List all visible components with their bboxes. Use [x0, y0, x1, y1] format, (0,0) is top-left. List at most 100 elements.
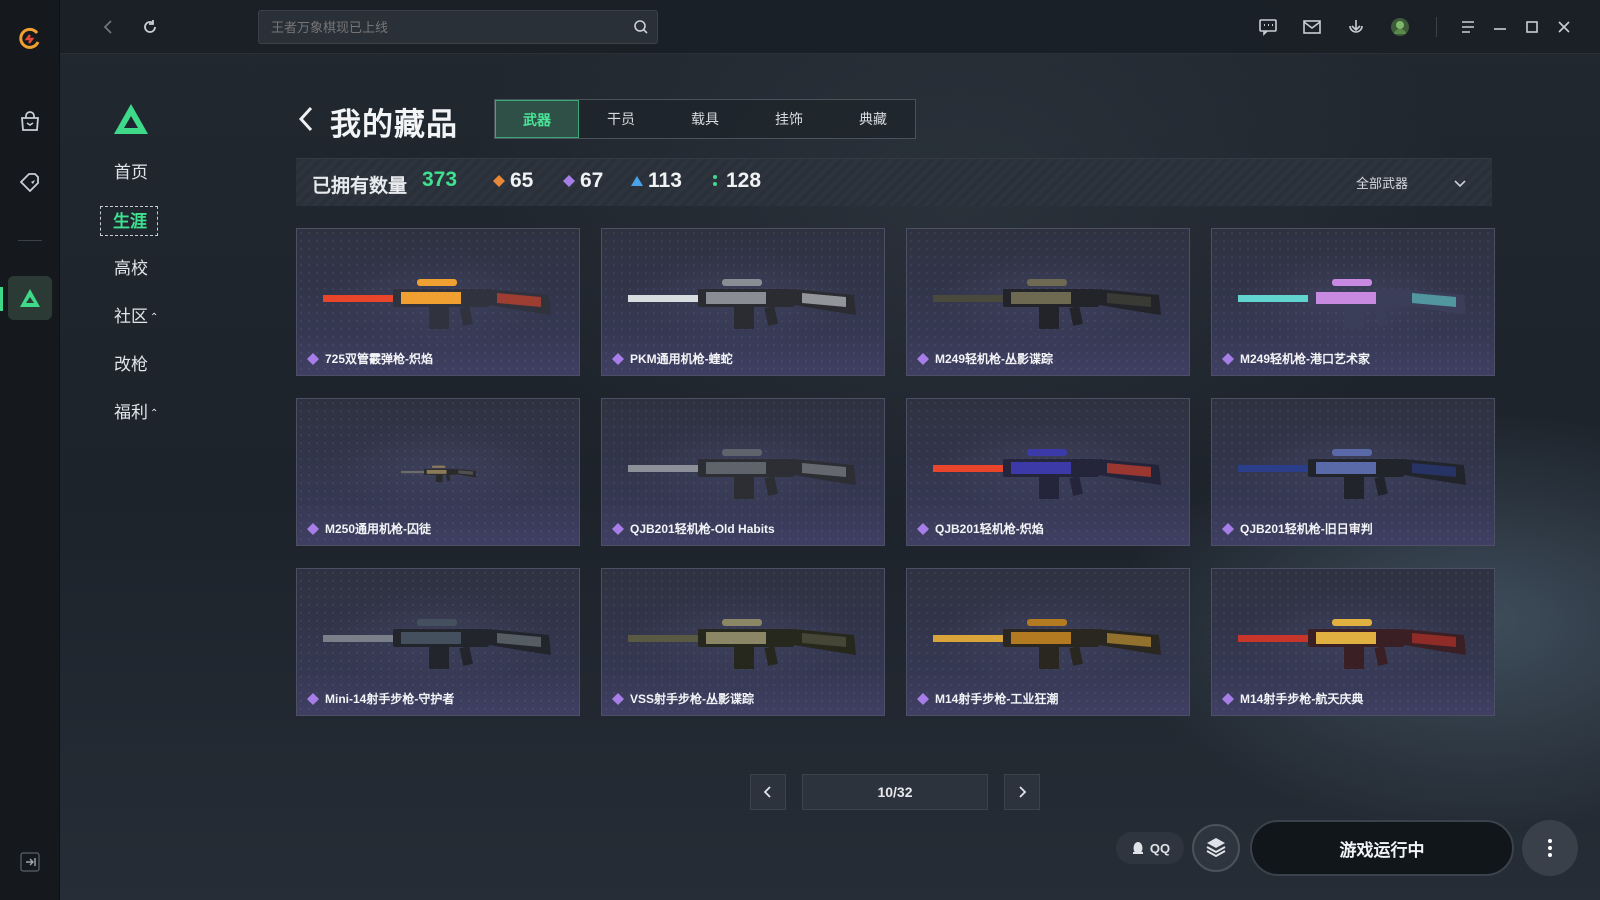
weapon-name-row: QJB201轻机枪-炽焰 [917, 520, 1044, 537]
app-logo-icon[interactable] [8, 16, 52, 60]
page-title: 我的藏品 [330, 107, 458, 142]
purple-diamond-icon [612, 352, 624, 365]
weapon-card[interactable]: M249轻机枪-丛影谍踪 [906, 228, 1190, 376]
weapon-name: QJB201轻机枪-Old Habits [630, 522, 775, 536]
weapon-name: Mini-14射手步枪-守护者 [325, 692, 455, 706]
collection-stats-bar: 已拥有数量 373 65 67 113 128 全部武器 [296, 158, 1492, 206]
user-avatar[interactable] [1386, 13, 1414, 41]
weapon-card[interactable]: M250通用机枪-囚徒 [296, 398, 580, 546]
purple-diamond-icon [563, 175, 575, 187]
nav-item-2[interactable]: 高校 [100, 254, 148, 284]
weapon-card[interactable]: VSS射手步枪-丛影谍踪 [601, 568, 885, 716]
weapon-name: 725双管霰弹枪-炽焰 [325, 352, 434, 366]
nav-item-5[interactable]: 福利 ⌃ [100, 398, 158, 428]
tag-icon[interactable] [8, 160, 52, 204]
weapon-image [628, 279, 856, 329]
orange-diamond-icon [493, 175, 505, 187]
minimize-icon[interactable] [1486, 13, 1514, 41]
weapon-name-row: PKM通用机枪-蝰蛇 [612, 350, 733, 367]
weapon-name: M249轻机枪-港口艺术家 [1240, 352, 1371, 366]
search-box [258, 10, 658, 44]
rarity-count-3: 128 [708, 169, 761, 193]
weapon-image [323, 279, 551, 329]
store-bag-icon[interactable] [8, 100, 52, 144]
weapon-name: QJB201轻机枪-炽焰 [935, 522, 1044, 536]
weapon-name: M14射手步枪-工业狂潮 [935, 692, 1059, 706]
nav-item-label: 首页 [114, 163, 148, 182]
weapon-filter-label: 全部武器 [1355, 176, 1408, 191]
blue-triangle-icon [631, 176, 643, 186]
weapon-card[interactable]: 725双管霰弹枪-炽焰 [296, 228, 580, 376]
menu-icon[interactable] [1454, 13, 1482, 41]
weapon-card[interactable]: PKM通用机枪-蝰蛇 [601, 228, 885, 376]
weapon-card[interactable]: Mini-14射手步枪-守护者 [296, 568, 580, 716]
weapon-card[interactable]: M14射手步枪-工业狂潮 [906, 568, 1190, 716]
weapon-name: PKM通用机枪-蝰蛇 [630, 352, 733, 366]
purple-diamond-icon [307, 352, 319, 365]
purple-diamond-icon [1222, 692, 1234, 705]
weapon-name: M14射手步枪-航天庆典 [1240, 692, 1364, 706]
rarity-count-2: 113 [630, 169, 682, 193]
mail-icon[interactable] [1298, 13, 1326, 41]
weapon-card[interactable]: QJB201轻机枪-旧日审判 [1211, 398, 1495, 546]
weapon-image [1238, 619, 1466, 669]
nav-item-1[interactable]: 生涯 [100, 206, 158, 236]
weapon-image [933, 279, 1161, 329]
app-rail [0, 0, 60, 900]
qq-account-button[interactable]: QQ [1116, 832, 1184, 864]
weapon-name-row: M14射手步枪-工业狂潮 [917, 690, 1058, 707]
maximize-icon[interactable] [1518, 13, 1546, 41]
refresh-icon[interactable] [136, 13, 164, 41]
search-input[interactable] [259, 11, 619, 43]
purple-diamond-icon [307, 692, 319, 705]
nav-item-3[interactable]: 社区 ⌃ [100, 302, 158, 332]
back-nav-icon[interactable] [94, 13, 122, 41]
weapon-card[interactable]: QJB201轻机枪-Old Habits [601, 398, 885, 546]
tab-2[interactable]: 载具 [663, 100, 747, 138]
chat-icon[interactable] [1254, 13, 1282, 41]
nav-item-label: 改枪 [114, 355, 148, 374]
more-options-button[interactable] [1522, 820, 1578, 876]
weapon-card[interactable]: M249轻机枪-港口艺术家 [1211, 228, 1495, 376]
weapon-card[interactable]: M14射手步枪-航天庆典 [1211, 568, 1495, 716]
weapon-name-row: QJB201轻机枪-Old Habits [612, 520, 775, 537]
rail-active-indicator [0, 287, 3, 311]
weapon-filter-dropdown[interactable]: 全部武器 [1356, 173, 1468, 192]
weapon-name-row: VSS射手步枪-丛影谍踪 [612, 690, 754, 707]
download-icon[interactable] [1342, 13, 1370, 41]
page-back-icon[interactable] [296, 104, 316, 134]
weapon-image [933, 619, 1161, 669]
tab-0[interactable]: 武器 [495, 100, 579, 138]
close-icon[interactable] [1550, 13, 1578, 41]
game-cube-button[interactable] [1192, 824, 1240, 872]
tab-1[interactable]: 干员 [579, 100, 663, 138]
category-tabs: 武器 干员 载具 挂饰 典藏 [494, 99, 916, 139]
weapon-image [628, 619, 856, 669]
tab-3[interactable]: 挂饰 [747, 100, 831, 138]
weapon-name-row: Mini-14射手步枪-守护者 [307, 690, 454, 707]
qq-label: QQ [1149, 840, 1171, 856]
qq-penguin-icon [1132, 842, 1143, 854]
weapon-image [400, 465, 477, 483]
weapon-image [1238, 449, 1466, 499]
purple-diamond-icon [917, 352, 929, 365]
game-running-button[interactable]: 游戏运行中 [1250, 820, 1514, 876]
weapon-image [323, 619, 551, 669]
nav-item-0[interactable]: 首页 [100, 158, 148, 188]
next-page-button[interactable] [1004, 774, 1040, 810]
weapon-card[interactable]: QJB201轻机枪-炽焰 [906, 398, 1190, 546]
weapon-image [628, 449, 856, 499]
delta-game-icon[interactable] [8, 276, 52, 320]
chevron-right-icon [1019, 786, 1027, 798]
search-icon[interactable] [633, 19, 649, 35]
nav-item-label: 社区 [114, 307, 148, 326]
purple-diamond-icon [917, 522, 929, 535]
green-dots-icon [713, 175, 717, 186]
prev-page-button[interactable] [750, 774, 786, 810]
tab-4[interactable]: 典藏 [831, 100, 915, 138]
caret-up-icon: ⌃ [150, 312, 159, 323]
delta-logo-icon [114, 104, 148, 134]
title-bar [60, 0, 1600, 54]
collapse-sidebar-icon[interactable] [20, 852, 40, 872]
nav-item-4[interactable]: 改枪 [100, 350, 148, 380]
